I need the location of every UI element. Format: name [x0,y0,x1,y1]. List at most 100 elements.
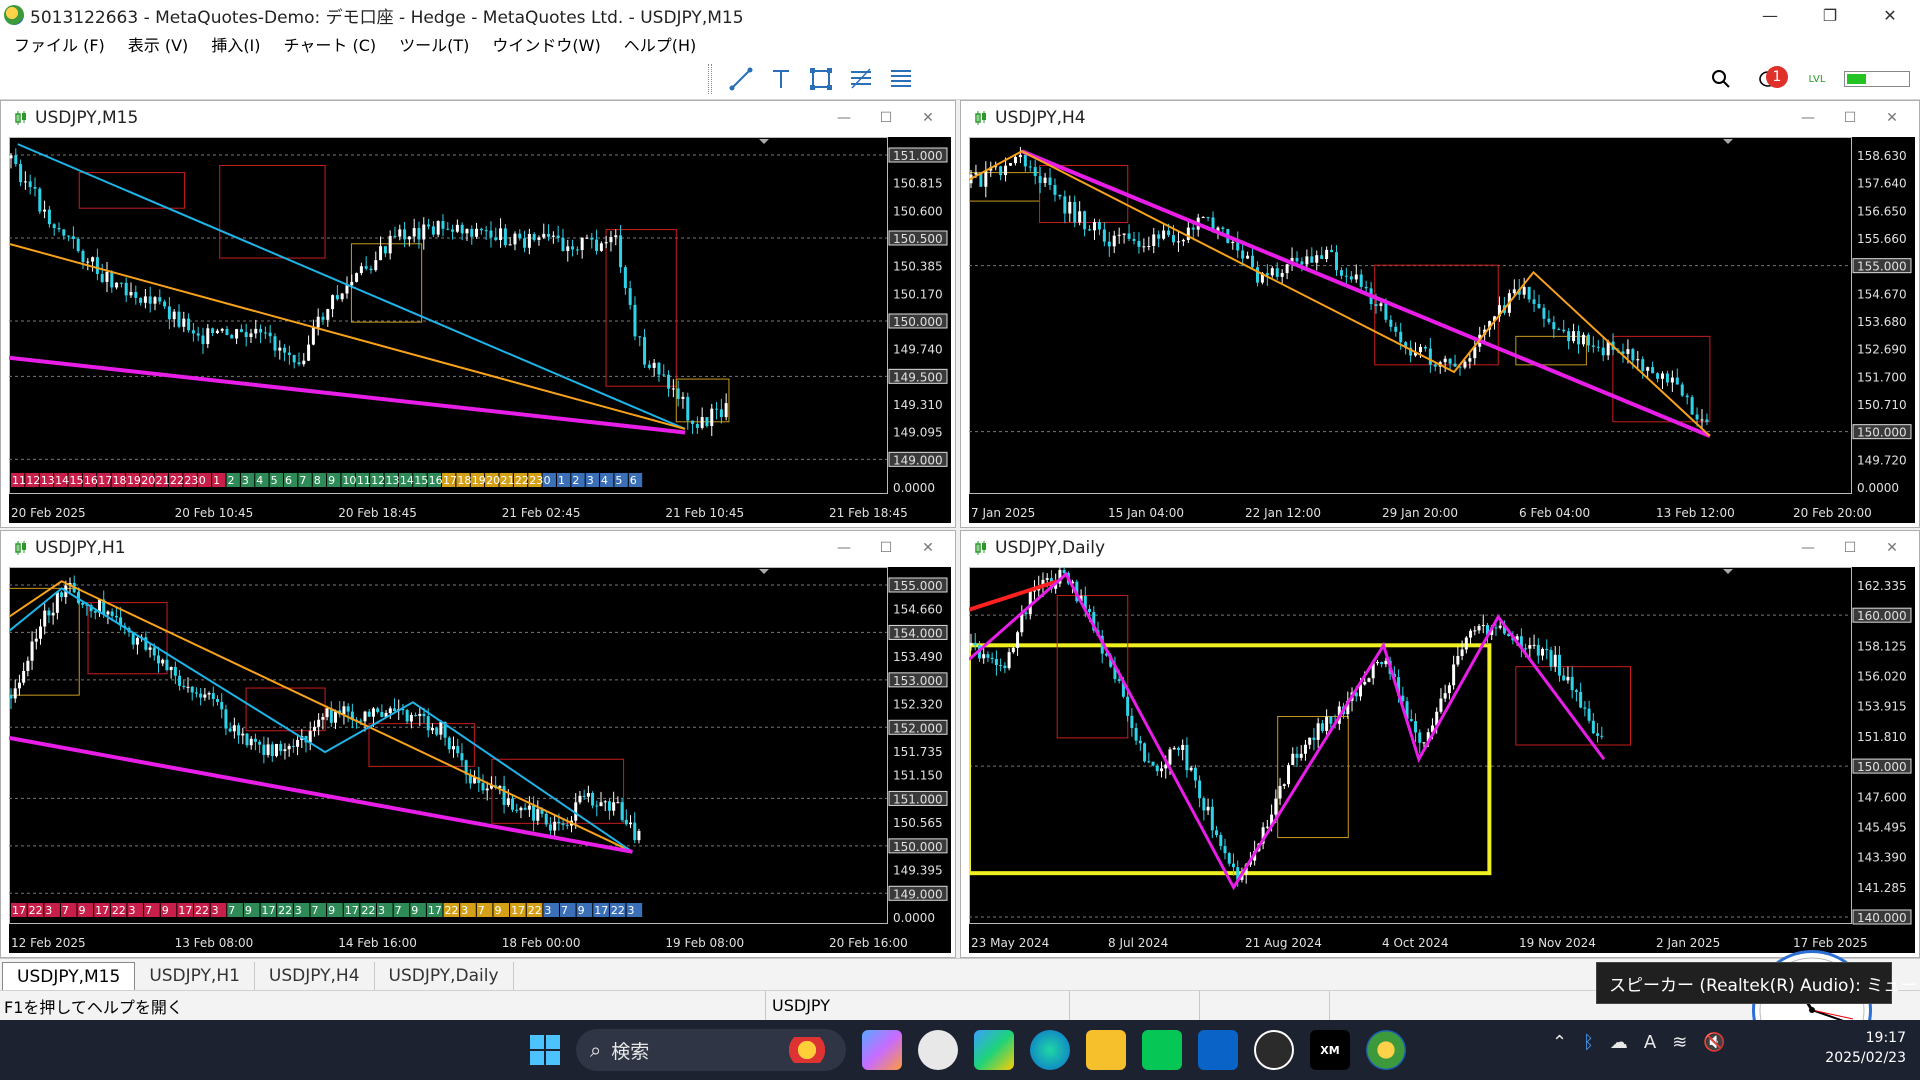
candle-body [551,235,555,237]
xm-icon[interactable]: XM [1310,1030,1350,1070]
candle-body [211,693,215,700]
text-icon[interactable] [764,64,798,94]
chart-maximize-button[interactable]: ☐ [1829,101,1871,135]
menu-view[interactable]: 表示 (V) [120,32,204,56]
price-scale-label: 156.650 [1857,204,1907,218]
candle-body [34,638,38,642]
chart-maximize-button[interactable]: ☐ [865,531,907,565]
menu-tools[interactable]: ツール(T) [391,32,484,56]
chart-close-button[interactable]: ✕ [907,101,949,135]
menu-window[interactable]: ウインドウ(W) [484,32,615,56]
chart-window-h1[interactable]: USDJPY,H1 — ☐ ✕ 155.000 154.660 154.000 153… [0,530,956,958]
menu-file[interactable]: ファイル (F) [6,32,120,56]
taskbar-clock[interactable]: 19:17 2025/02/23 [1820,1028,1920,1068]
chart-window-daily[interactable]: USDJPY,Daily — ☐ ✕ 162.335 160.000 158.125… [960,530,1920,958]
minimize-button[interactable]: — [1740,0,1800,30]
tab-usdjpy-h4[interactable]: USDJPY,H4 [255,962,375,990]
candle-body [1013,157,1017,164]
store-icon[interactable] [974,1030,1014,1070]
windows-start-icon[interactable] [530,1035,560,1065]
chart-maximize-button[interactable]: ☐ [865,101,907,135]
chevron-up-icon[interactable]: ⌃ [1552,1032,1567,1053]
candle-body [1045,578,1049,580]
explorer-icon[interactable] [1086,1030,1126,1070]
candle-body [239,329,243,333]
signal-strength-icon[interactable]: LVL [1804,64,1830,94]
candle-body [519,807,523,811]
menu-help[interactable]: ヘルプ(H) [616,32,712,56]
chart-window-header[interactable]: USDJPY,Daily — ☐ ✕ [961,531,1919,565]
candle-body [1287,765,1291,785]
candle-body [1315,255,1319,263]
chart-window-h4[interactable]: USDJPY,H4 — ☐ ✕ 158.630 157.640 156.650 155… [960,100,1920,528]
outlook-icon[interactable] [1198,1030,1238,1070]
candle-body [990,657,994,659]
chart-maximize-button[interactable]: ☐ [1829,531,1871,565]
candle-body [1567,331,1571,342]
chart-close-button[interactable]: ✕ [1871,101,1913,135]
hour-strip-label: 22 [445,904,459,917]
fibonacci-icon[interactable] [844,64,878,94]
candle-body [115,282,119,288]
candle-body [30,641,34,661]
candle-body [1553,654,1557,667]
rectangle-icon[interactable] [804,64,838,94]
candle-body [1088,229,1092,231]
chart-close-button[interactable]: ✕ [907,531,949,565]
price-scale-label: 155.000 [893,579,943,593]
chart-window-header[interactable]: USDJPY,H4 — ☐ ✕ [961,101,1919,135]
hour-strip-label: 3 [378,904,385,917]
wifi-icon[interactable]: ≋ [1672,1032,1687,1053]
price-scale-label: 149.720 [1857,453,1907,467]
bluetooth-icon[interactable]: ᛒ [1583,1032,1594,1053]
notifications-button[interactable]: 1 [1750,64,1790,94]
tab-usdjpy-daily[interactable]: USDJPY,Daily [375,962,514,990]
mt5-icon[interactable] [1366,1030,1406,1070]
chart-canvas[interactable]: 155.000 154.660 154.000 153.490 153.000 152.3… [9,567,951,953]
search-icon[interactable] [1706,64,1736,94]
chart-window-header[interactable]: USDJPY,M15 — ☐ ✕ [1,101,955,135]
candle-body [460,224,464,234]
status-cell [1070,991,1200,1020]
chart-minimize-button[interactable]: — [1787,531,1829,565]
candle-body [129,291,133,296]
chart-minimize-button[interactable]: — [823,531,865,565]
clock-app-icon[interactable] [918,1030,958,1070]
line-icon[interactable] [1142,1030,1182,1070]
chart-canvas[interactable]: 151.000 150.815 150.600 150.500 150.385 150.1… [9,137,951,523]
cloud-icon[interactable]: ☁ [1610,1032,1628,1053]
chart-minimize-button[interactable]: — [1787,101,1829,135]
chart-canvas[interactable]: 158.630 157.640 156.650 155.660 155.000 154.6… [969,137,1915,523]
menu-insert[interactable]: 挿入(I) [203,32,275,56]
chart-canvas[interactable]: 162.335 160.000 158.125 156.020 153.915 151.8… [969,567,1915,953]
chart-window-header[interactable]: USDJPY,H1 — ☐ ✕ [1,531,955,565]
candle-body [1349,276,1353,280]
taskbar-search[interactable]: ⌕ 検索 [576,1029,846,1071]
vpn-icon[interactable] [1254,1030,1294,1070]
candle-body [273,336,277,351]
copilot-icon[interactable] [862,1030,902,1070]
candle-body [1547,318,1551,323]
hour-strip-label: 7 [228,904,235,917]
candle-body [1581,334,1585,345]
price-scale-label: 150.000 [893,315,943,329]
restore-button[interactable]: ❐ [1800,0,1860,30]
menu-chart[interactable]: チャート (C) [276,32,392,56]
close-button[interactable]: ✕ [1860,0,1920,30]
candle-body [1038,176,1042,184]
price-scale-label: 0.0000 [893,911,935,925]
speaker-muted-icon[interactable]: 🔇 [1703,1032,1725,1053]
candle-body [1384,303,1388,320]
toolbar-grip[interactable] [708,64,712,94]
tab-usdjpy-m15[interactable]: USDJPY,M15 [2,962,136,990]
candle-body [686,396,690,421]
chart-close-button[interactable]: ✕ [1871,531,1913,565]
candle-body [230,334,234,339]
tab-usdjpy-h1[interactable]: USDJPY,H1 [135,962,255,990]
ime-icon[interactable]: A [1644,1032,1656,1053]
chart-minimize-button[interactable]: — [823,101,865,135]
trendline-icon[interactable] [724,64,758,94]
edge-icon[interactable] [1030,1030,1070,1070]
chart-window-m15[interactable]: USDJPY,M15 — ☐ ✕ 151.000 150.815 150.600 15… [0,100,956,528]
channel-icon[interactable] [884,64,918,94]
